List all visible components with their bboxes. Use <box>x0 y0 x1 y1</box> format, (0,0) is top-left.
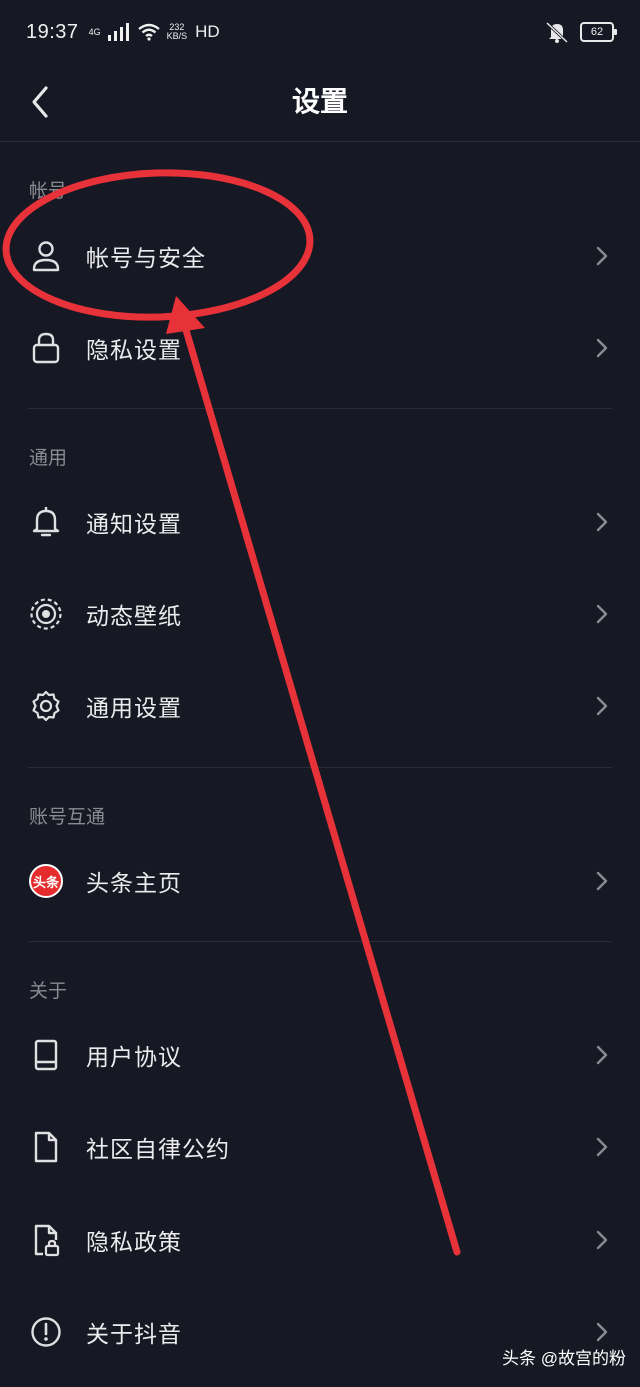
wallpaper-icon <box>28 596 64 632</box>
wifi-icon <box>137 23 160 41</box>
settings-item-label: 动态壁纸 <box>86 604 182 630</box>
gear-icon <box>28 688 64 724</box>
chevron-right-icon <box>596 512 608 532</box>
nav-bar: 设置 <box>0 64 640 142</box>
watermark: 头条 @故宫的粉 <box>502 1349 626 1368</box>
settings-item-label: 关于抖音 <box>86 1322 182 1348</box>
lock-icon <box>28 330 64 366</box>
chevron-right-icon <box>596 1137 608 1157</box>
page-title: 设置 <box>291 85 348 118</box>
toutiao-logo-icon: 头条 <box>28 863 64 899</box>
chevron-right-icon <box>596 871 608 891</box>
chevron-right-icon <box>596 246 608 266</box>
settings-item-toutiao-home[interactable]: 头条 头条主页 <box>0 835 640 927</box>
settings-item-user-agreement[interactable]: 用户协议 <box>0 1009 640 1101</box>
settings-item-privacy[interactable]: 隐私设置 <box>0 302 640 394</box>
settings-item-community-guidelines[interactable]: 社区自律公约 <box>0 1101 640 1193</box>
network-speed: 232 KB/S <box>167 23 188 41</box>
document-lock-icon <box>28 1222 64 1258</box>
toutiao-badge: 头条 <box>29 864 63 898</box>
section-divider <box>28 767 612 768</box>
chevron-right-icon <box>596 1322 608 1342</box>
chevron-right-icon <box>596 338 608 358</box>
settings-item-label: 头条主页 <box>86 871 182 897</box>
chevron-right-icon <box>596 1230 608 1250</box>
speed-unit: KB/S <box>166 31 188 41</box>
status-bar: 19:37 4G 232 KB/S HD 62 <box>0 0 640 64</box>
settings-item-wallpaper[interactable]: 动态壁纸 <box>0 568 640 660</box>
document-icon <box>28 1129 64 1165</box>
section-header-linked: 账号互通 <box>29 806 106 828</box>
settings-item-label: 用户协议 <box>86 1045 182 1071</box>
bell-icon <box>28 504 64 540</box>
section-header-about: 关于 <box>29 980 68 1002</box>
chevron-right-icon <box>596 696 608 716</box>
muted-bell-icon <box>545 21 569 43</box>
section-header-general: 通用 <box>29 447 68 469</box>
section-header-account: 帐号 <box>29 180 68 202</box>
hd-indicator: HD <box>195 22 220 41</box>
chevron-right-icon <box>596 604 608 624</box>
settings-item-label: 帐号与安全 <box>86 246 206 272</box>
section-divider <box>28 408 612 409</box>
chevron-right-icon <box>596 1045 608 1065</box>
settings-item-label: 隐私设置 <box>86 338 182 364</box>
status-right: 62 <box>544 21 617 43</box>
battery-indicator: 62 <box>580 22 617 42</box>
signal-icon <box>107 23 129 41</box>
settings-item-label: 通知设置 <box>86 512 182 538</box>
settings-item-label: 通用设置 <box>86 696 182 722</box>
user-icon <box>28 238 64 274</box>
network-indicator: 4G <box>88 26 101 37</box>
status-time: 19:37 <box>26 20 79 43</box>
book-icon <box>28 1037 64 1073</box>
settings-item-general[interactable]: 通用设置 <box>0 660 640 752</box>
settings-item-label: 社区自律公约 <box>86 1137 230 1163</box>
settings-item-privacy-policy[interactable]: 隐私政策 <box>0 1194 640 1286</box>
section-divider <box>28 941 612 942</box>
settings-item-notifications[interactable]: 通知设置 <box>0 476 640 568</box>
settings-item-label: 隐私政策 <box>86 1230 182 1256</box>
info-icon <box>28 1314 64 1350</box>
network-type: 4G <box>88 26 101 37</box>
status-left: 19:37 4G 232 KB/S HD <box>26 21 220 44</box>
settings-item-account-security[interactable]: 帐号与安全 <box>0 210 640 302</box>
